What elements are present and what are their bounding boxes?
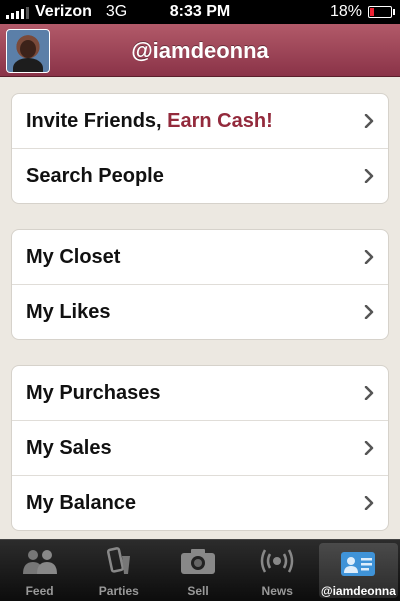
my-balance-label: My Balance xyxy=(26,491,137,514)
tab-feed[interactable]: Feed xyxy=(0,540,79,601)
my-purchases-label: My Purchases xyxy=(26,381,161,404)
my-likes-label: My Likes xyxy=(26,300,111,323)
camera-icon xyxy=(158,546,237,578)
menu-group-social: Invite Friends, Earn Cash! Search People xyxy=(11,93,389,204)
people-icon xyxy=(0,546,79,578)
tab-profile-label: @iamdeonna xyxy=(320,584,396,598)
chevron-right-icon xyxy=(364,305,374,319)
tab-sell[interactable]: Sell xyxy=(158,540,237,601)
invite-prefix: Invite Friends, xyxy=(26,109,168,132)
chevron-right-icon xyxy=(364,114,374,128)
tab-parties-label: Parties xyxy=(98,584,139,598)
my-likes-row[interactable]: My Likes xyxy=(12,284,388,339)
my-closet-row[interactable]: My Closet xyxy=(12,230,388,284)
chevron-right-icon xyxy=(364,496,374,510)
menu-group-closet: My Closet My Likes xyxy=(11,229,389,340)
tab-profile[interactable]: @iamdeonna xyxy=(318,543,399,598)
earn-cash-text: Earn Cash! xyxy=(167,109,273,132)
broadcast-icon xyxy=(238,546,317,578)
tab-news-label: News xyxy=(261,584,293,598)
page-title: @iamdeonna xyxy=(131,38,269,63)
my-balance-row[interactable]: My Balance xyxy=(12,475,388,530)
my-closet-label: My Closet xyxy=(26,245,121,268)
chevron-right-icon xyxy=(364,441,374,455)
parties-icon xyxy=(79,546,158,578)
nav-header: @iamdeonna xyxy=(0,24,400,77)
tab-sell-label: Sell xyxy=(187,584,209,598)
my-sales-row[interactable]: My Sales xyxy=(12,420,388,475)
chevron-right-icon xyxy=(364,250,374,264)
profile-card-icon xyxy=(319,549,398,581)
search-people-row[interactable]: Search People xyxy=(12,148,388,203)
search-people-label: Search People xyxy=(26,164,164,187)
tab-parties[interactable]: Parties xyxy=(79,540,158,601)
my-purchases-row[interactable]: My Purchases xyxy=(12,366,388,420)
invite-friends-label: Invite Friends, Earn Cash! xyxy=(26,110,273,133)
invite-friends-row[interactable]: Invite Friends, Earn Cash! xyxy=(12,94,388,148)
battery-percent: 18% xyxy=(329,3,362,20)
status-bar: Verizon 3G 8:33 PM 18% xyxy=(0,0,400,24)
chevron-right-icon xyxy=(364,386,374,400)
tab-feed-label: Feed xyxy=(25,584,54,598)
my-sales-label: My Sales xyxy=(26,436,112,459)
chevron-right-icon xyxy=(364,169,374,183)
battery-icon xyxy=(368,6,395,18)
menu-group-sales: My Purchases My Sales My Balance xyxy=(11,365,389,531)
tab-news[interactable]: News xyxy=(238,540,317,601)
tab-bar: Feed Parties Sell News @iamdeonna xyxy=(0,539,400,601)
